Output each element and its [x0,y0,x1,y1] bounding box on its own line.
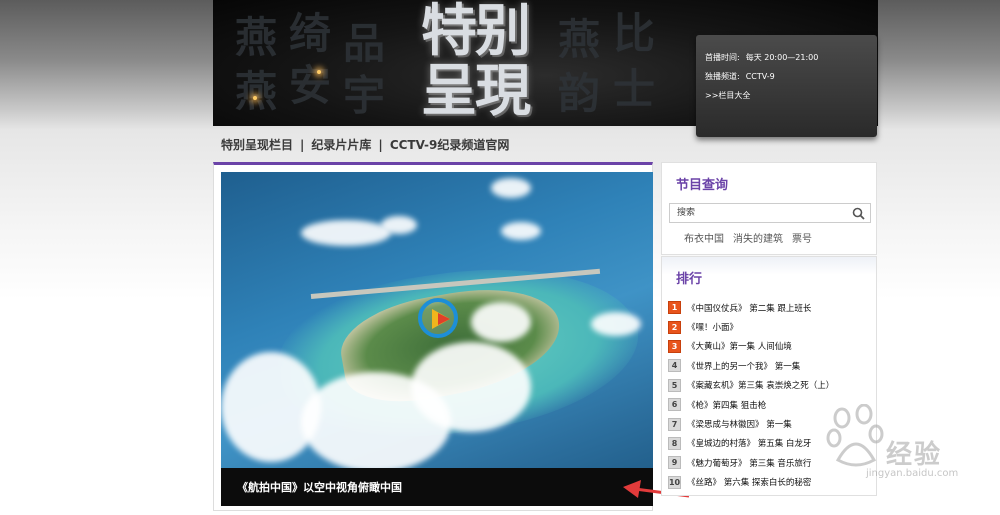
video-thumbnail-cloud [491,178,531,198]
ranking-item-text[interactable]: 《嘿！小面》 [687,321,738,333]
top-nav: 特别呈现栏目 | 纪录片片库 | CCTV-9纪录频道官网 [221,136,509,154]
ranking-item-text[interactable]: 《枪》第四集 狙击枪 [687,399,766,411]
search-icon[interactable] [852,207,865,220]
rank-number: 6 [668,398,681,412]
search-box [669,203,871,223]
banner-bg-text: 比 [613,9,656,58]
video-thumbnail-cloud [501,222,541,240]
video-thumbnail-cloud [301,220,391,246]
play-icon [432,309,450,329]
video-thumbnail-cloud [381,216,417,234]
video-caption-bar: 《航拍中国》以空中视角俯瞰中国 [221,468,653,506]
ranking-item[interactable]: 2 《嘿！小面》 [668,317,834,336]
ranking-panel: 排行 1 《中国仪仗兵》 第二集 跟上班长 2 《嘿！小面》 3 《大黄山》第一集 人… [661,256,877,496]
ranking-list: 1 《中国仪仗兵》 第二集 跟上班长 2 《嘿！小面》 3 《大黄山》第一集 人间仙境… [668,298,834,492]
rank-number: 2 [668,320,681,334]
nav-link-documentary-library[interactable]: 纪录片片库 [311,138,371,152]
ranking-item[interactable]: 10 《丝路》 第六集 探索白长的秘密 [668,473,834,492]
all-programs-link[interactable]: >>栏目大全 [705,90,877,109]
video-caption[interactable]: 《航拍中国》以空中视角俯瞰中国 [237,479,402,495]
banner-bg-text: 士 [613,65,656,114]
airtime-label: 首播时间: [705,53,740,62]
hot-link[interactable]: 消失的建筑 [733,234,783,245]
video-thumbnail-cloud [411,342,531,432]
video-thumbnail-cloud [471,302,531,342]
program-info-box: 首播时间: 每天 20:00—21:00 独播频道: CCTV-9 >>栏目大全 [696,35,877,137]
nav-separator: | [300,138,305,152]
rank-number: 1 [668,301,681,315]
rank-number: 10 [668,475,681,489]
ranking-item-text[interactable]: 《梁思成与林徽因》 第一集 [687,418,792,430]
program-search-title: 节目查询 [676,178,729,193]
rank-number: 5 [668,378,681,392]
featured-video[interactable]: 《航拍中国》以空中视角俯瞰中国 [221,172,653,506]
hot-link[interactable]: 布衣中国 [684,234,724,245]
ranking-item-text[interactable]: 《大黄山》第一集 人间仙境 [687,340,792,352]
rank-number: 9 [668,456,681,470]
featured-video-panel: 《航拍中国》以空中视角俯瞰中国 [213,162,653,511]
ranking-item-text[interactable]: 《中国仪仗兵》 第二集 跟上班长 [687,302,811,314]
nav-link-special-column[interactable]: 特别呈现栏目 [221,138,293,152]
rank-number: 4 [668,359,681,373]
watermark-brand: 经验 [886,440,943,470]
ranking-item[interactable]: 5 《案藏玄机》第三集 袁崇焕之死（上） [668,376,834,395]
ranking-item[interactable]: 4 《世界上的另一个我》 第一集 [668,356,834,375]
banner-light [317,70,321,74]
banner-bg-text: 韵 [558,69,601,118]
ranking-item[interactable]: 7 《梁思成与林徽因》 第一集 [668,414,834,433]
banner-light [253,96,257,100]
ranking-item[interactable]: 1 《中国仪仗兵》 第二集 跟上班长 [668,298,834,317]
hot-link[interactable]: 票号 [792,234,812,245]
banner-bg-text: 宇 [343,71,386,120]
nav-link-cctv9-site[interactable]: CCTV-9纪录频道官网 [390,138,510,152]
rank-number: 8 [668,436,681,450]
ranking-item-text[interactable]: 《案藏玄机》第三集 袁崇焕之死（上） [687,379,834,391]
airtime-value: 每天 20:00—21:00 [745,53,819,62]
watermark-url: jingyan.baidu.com [866,468,959,479]
ranking-item[interactable]: 6 《枪》第四集 狙击枪 [668,395,834,414]
airtime-line: 首播时间: 每天 20:00—21:00 [705,52,877,71]
search-input[interactable] [670,204,850,222]
video-thumbnail-cloud [591,312,641,336]
hot-search-links: 布衣中国 消失的建筑 票号 [684,230,821,245]
channel-line: 独播频道: CCTV-9 [705,71,877,90]
rank-number: 3 [668,339,681,353]
ranking-item-text[interactable]: 《丝路》 第六集 探索白长的秘密 [687,476,811,488]
banner-bg-text: 燕 [558,15,601,64]
ranking-title: 排行 [676,272,703,287]
channel-label: 独播频道: [705,72,740,81]
nav-separator: | [378,138,383,152]
program-search-panel: 节目查询 布衣中国消失的建筑票号 [661,162,877,255]
banner-title: 特别呈現 [421,0,531,124]
ranking-item-text[interactable]: 《皇城边的村落》 第五集 白龙牙 [687,437,811,449]
ranking-item[interactable]: 9 《魅力葡萄牙》 第三集 音乐旅行 [668,453,834,472]
banner-bg-text: 燕 [235,67,278,116]
ranking-item[interactable]: 3 《大黄山》第一集 人间仙境 [668,337,834,356]
play-button[interactable] [418,298,458,338]
banner-bg-text: 燕 [235,13,278,62]
ranking-item-text[interactable]: 《世界上的另一个我》 第一集 [687,360,800,372]
ranking-item[interactable]: 8 《皇城边的村落》 第五集 白龙牙 [668,434,834,453]
rank-number: 7 [668,417,681,431]
banner-bg-text: 安 [289,61,332,110]
ranking-item-text[interactable]: 《魅力葡萄牙》 第三集 音乐旅行 [687,457,811,469]
channel-value: CCTV-9 [745,72,775,81]
